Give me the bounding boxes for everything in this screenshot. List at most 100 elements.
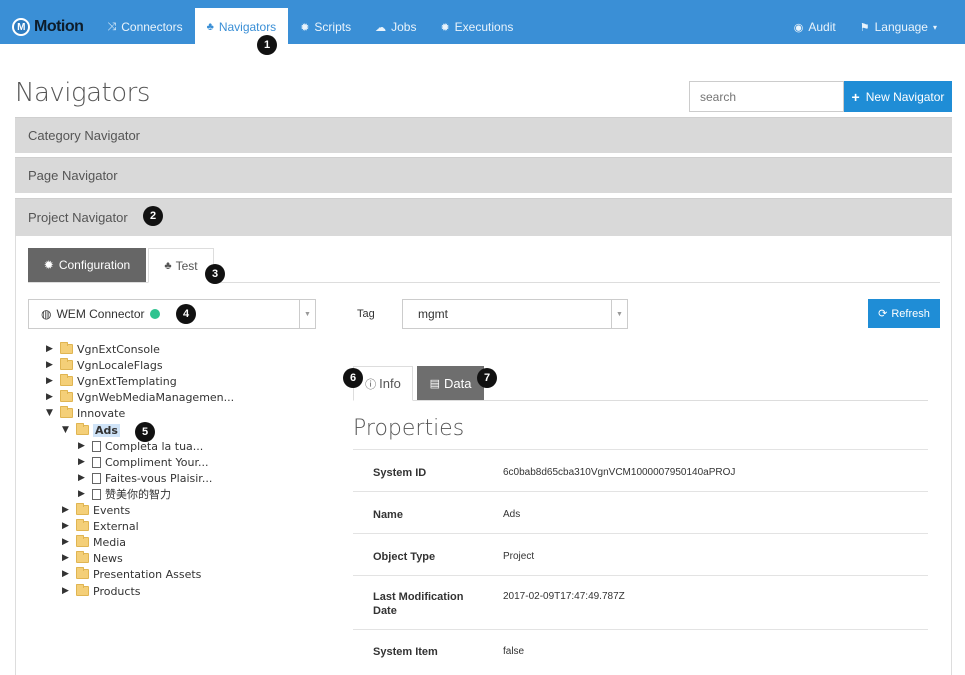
- folder-icon: [60, 342, 73, 354]
- expanded-arrow-icon[interactable]: ▼: [46, 408, 56, 418]
- tree-node[interactable]: ▼ Innovate: [46, 406, 125, 420]
- gear-icon: ✹: [43, 258, 54, 272]
- connector-label: WEM Connector: [56, 307, 145, 321]
- tab-configuration[interactable]: ✹ Configuration: [28, 248, 146, 282]
- connector-select[interactable]: ◍ WEM Connector ▼: [28, 299, 316, 329]
- tree-node[interactable]: ▶ VgnWebMediaManagemen...: [46, 390, 234, 404]
- callout-badge: 1: [257, 35, 277, 55]
- tree-node-label: VgnExtConsole: [77, 342, 160, 356]
- accordion-title: Project Navigator: [28, 210, 128, 225]
- globe-icon: ◍: [41, 307, 52, 321]
- tree-node[interactable]: ▶ News: [62, 551, 123, 565]
- tree-node[interactable]: ▶ VgnExtTemplating: [46, 374, 177, 388]
- tab-label: Test: [175, 258, 198, 273]
- folder-icon: [76, 567, 89, 579]
- plus-icon: +: [851, 88, 860, 105]
- property-value: 6c0bab8d65cba310VgnVCM1000007950140aPROJ: [503, 467, 736, 478]
- refresh-label: Refresh: [891, 307, 930, 320]
- tree-node[interactable]: ▶ VgnExtConsole: [46, 342, 160, 356]
- collapsed-arrow-icon[interactable]: ▶: [62, 537, 72, 547]
- brand-logo[interactable]: M Motion: [8, 8, 95, 46]
- callout-badge: 7: [477, 368, 497, 388]
- tab-test[interactable]: ♣ Test: [148, 248, 214, 283]
- property-value: 2017-02-09T17:47:49.787Z: [503, 591, 625, 602]
- expanded-arrow-icon[interactable]: ▼: [62, 425, 72, 435]
- accordion-category-navigator[interactable]: Category Navigator: [15, 117, 952, 153]
- nav-scripts[interactable]: ✹ Scripts: [288, 8, 363, 46]
- folder-icon: [60, 358, 73, 370]
- file-icon: [92, 440, 101, 452]
- accordion-page-navigator[interactable]: Page Navigator: [15, 157, 952, 193]
- tree-node[interactable]: ▶ External: [62, 519, 139, 533]
- new-navigator-button[interactable]: + New Navigator: [844, 81, 952, 112]
- nav-label: Audit: [808, 20, 836, 34]
- tab-label: Info: [379, 376, 401, 391]
- tree-node[interactable]: ▶ Compliment Your...: [78, 455, 208, 469]
- collapsed-arrow-icon[interactable]: ▶: [78, 473, 88, 483]
- collapsed-arrow-icon[interactable]: ▶: [62, 521, 72, 531]
- nav-jobs[interactable]: ☁ Jobs: [363, 8, 428, 46]
- tree-node[interactable]: ▶ Presentation Assets: [62, 567, 201, 581]
- tree-node[interactable]: ▶ Media: [62, 535, 126, 549]
- tree-node[interactable]: ▶ Products: [62, 584, 141, 598]
- property-value: Project: [503, 551, 535, 562]
- tab-divider: [353, 400, 928, 401]
- property-row: System ID 6c0bab8d65cba310VgnVCM10000079…: [353, 449, 928, 491]
- collapsed-arrow-icon[interactable]: ▶: [46, 344, 56, 354]
- tag-value: mgmt: [418, 307, 448, 321]
- tree-node-label: External: [93, 519, 139, 533]
- nav-language-dropdown[interactable]: ⚑ Language ▾: [848, 8, 949, 46]
- folder-icon: [60, 390, 73, 402]
- motion-logo-icon: M: [12, 18, 30, 36]
- collapsed-arrow-icon[interactable]: ▶: [46, 360, 56, 370]
- collapsed-arrow-icon[interactable]: ▶: [78, 489, 88, 499]
- tree-node-label: 赞美你的智力: [105, 488, 171, 501]
- tree-node[interactable]: ▶ Faites-vous Plaisir...: [78, 471, 212, 485]
- tab-data[interactable]: ▤ Data: [417, 366, 484, 400]
- collapsed-arrow-icon[interactable]: ▶: [62, 505, 72, 515]
- property-key: Name: [373, 509, 403, 521]
- file-icon: [92, 488, 101, 500]
- tag-select[interactable]: mgmt ▼: [402, 299, 628, 329]
- tree-node-label: Media: [93, 535, 127, 549]
- new-navigator-label: New Navigator: [865, 89, 945, 104]
- folder-icon: [60, 374, 73, 386]
- nav-executions[interactable]: ✹ Executions: [428, 8, 525, 46]
- caret-down-icon: ▾: [932, 22, 937, 32]
- callout-badge: 3: [205, 264, 225, 284]
- nav-connectors[interactable]: ⤨ Connectors: [95, 8, 194, 46]
- refresh-icon: ⟳: [878, 308, 888, 320]
- collapsed-arrow-icon[interactable]: ▶: [62, 569, 72, 579]
- tree-node-label: Compliment Your...: [105, 455, 209, 469]
- folder-icon: [76, 519, 89, 531]
- nav-label: Jobs: [391, 20, 417, 34]
- brand-name: Motion: [34, 18, 84, 35]
- collapsed-arrow-icon[interactable]: ▶: [62, 586, 72, 596]
- tab-info[interactable]: ⓘ Info: [353, 366, 413, 401]
- property-key: System ID: [373, 467, 427, 479]
- collapsed-arrow-icon[interactable]: ▶: [62, 553, 72, 563]
- nav-label: Connectors: [121, 20, 183, 34]
- caret-down-icon: ▼: [611, 300, 627, 328]
- refresh-button[interactable]: ⟳ Refresh: [868, 299, 940, 328]
- file-icon: [92, 456, 101, 468]
- property-row: Last Modification Date 2017-02-09T17:47:…: [353, 575, 928, 629]
- eye-icon: ◉: [793, 21, 804, 34]
- gear-icon: ✹: [440, 21, 450, 34]
- collapsed-arrow-icon[interactable]: ▶: [78, 457, 88, 467]
- tree-node[interactable]: ▶ Events: [62, 503, 130, 517]
- search-input[interactable]: [689, 81, 844, 112]
- tree-node-label: News: [93, 551, 123, 565]
- collapsed-arrow-icon[interactable]: ▶: [46, 376, 56, 386]
- tree-node[interactable]: ▶ 赞美你的智力: [78, 487, 171, 501]
- tree-node[interactable]: ▶ VgnLocaleFlags: [46, 358, 163, 372]
- collapsed-arrow-icon[interactable]: ▶: [78, 441, 88, 451]
- property-key: Object Type: [373, 551, 436, 563]
- nav-audit[interactable]: ◉ Audit: [782, 8, 848, 46]
- sitemap-icon: ♣: [206, 21, 214, 33]
- tag-label: Tag: [357, 308, 375, 320]
- tree-node[interactable]: ▼ Ads: [62, 423, 120, 437]
- tree-node-label: VgnExtTemplating: [77, 374, 177, 388]
- collapsed-arrow-icon[interactable]: ▶: [46, 392, 56, 402]
- tree-node-label: Innovate: [77, 406, 126, 420]
